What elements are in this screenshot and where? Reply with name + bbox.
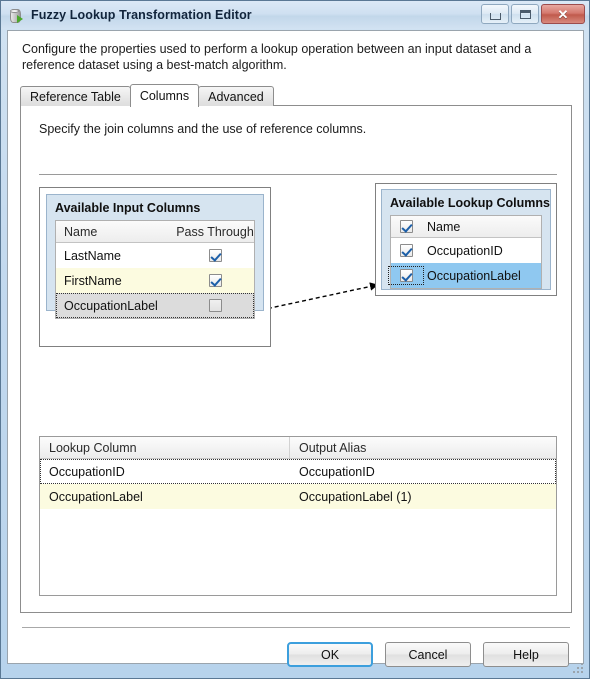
input-columns-container: Available Input Columns Name Pass Throug… bbox=[39, 187, 271, 347]
output-row-alias: OccupationID bbox=[299, 464, 375, 479]
input-row-checkbox-cell[interactable] bbox=[176, 249, 254, 262]
output-header-lookup-column: Lookup Column bbox=[40, 437, 290, 458]
maximize-icon bbox=[519, 9, 531, 19]
lookup-row-checkbox-cell[interactable] bbox=[391, 244, 421, 257]
output-row-lookup-column: OccupationID bbox=[49, 464, 125, 479]
dialog-description: Configure the properties used to perform… bbox=[22, 42, 532, 72]
table-row[interactable]: FirstName bbox=[56, 268, 254, 293]
table-row[interactable]: OccupationLabel bbox=[56, 293, 254, 318]
output-grid-header: Lookup Column Output Alias bbox=[40, 437, 556, 459]
help-button[interactable]: Help bbox=[483, 642, 569, 667]
maximize-button[interactable] bbox=[511, 4, 539, 24]
output-row-lookup-column: OccupationLabel bbox=[49, 489, 143, 504]
select-all-checkbox[interactable] bbox=[399, 220, 413, 233]
input-header-name: Name bbox=[64, 224, 98, 239]
available-lookup-columns-panel: Available Lookup Columns Name Occupation… bbox=[381, 189, 551, 290]
output-row-alias: OccupationLabel (1) bbox=[299, 489, 412, 504]
data-transform-icon bbox=[9, 7, 25, 23]
input-row-checkbox-cell[interactable] bbox=[176, 274, 254, 287]
lookup-columns-grid: Name OccupationID OccupationLabel bbox=[388, 215, 542, 289]
lookup-row-name: OccupationLabel bbox=[427, 268, 521, 283]
input-row-name: LastName bbox=[64, 248, 121, 263]
page-hint-text: Specify the join columns and the use of … bbox=[39, 122, 367, 136]
table-row[interactable]: LastName bbox=[56, 243, 254, 268]
output-header-output-alias: Output Alias bbox=[299, 440, 367, 455]
tab-strip: Reference Table Columns Advanced bbox=[20, 84, 274, 107]
tab-page-columns: Specify the join columns and the use of … bbox=[20, 105, 572, 613]
dialog-window: Fuzzy Lookup Transformation Editor ✕ Con… bbox=[0, 0, 590, 679]
input-panel-title: Available Input Columns bbox=[55, 201, 201, 215]
lookup-checkbox[interactable] bbox=[399, 269, 413, 282]
pass-through-checkbox[interactable] bbox=[208, 299, 222, 312]
input-grid-header: Name Pass Through bbox=[56, 221, 254, 243]
close-button[interactable]: ✕ bbox=[541, 4, 585, 24]
input-row-name: OccupationLabel bbox=[64, 298, 158, 313]
window-controls: ✕ bbox=[481, 4, 585, 24]
lookup-header-checkbox-cell[interactable] bbox=[391, 220, 421, 233]
input-columns-grid: Name Pass Through LastName FirstName Occ… bbox=[55, 220, 255, 319]
dialog-buttons: OK Cancel Help bbox=[287, 642, 569, 667]
title-bar: Fuzzy Lookup Transformation Editor ✕ bbox=[1, 1, 589, 29]
ok-button[interactable]: OK bbox=[287, 642, 373, 667]
lookup-header-name: Name bbox=[427, 219, 461, 234]
close-icon: ✕ bbox=[557, 6, 569, 22]
input-header-pass-through: Pass Through bbox=[176, 224, 254, 239]
lookup-checkbox[interactable] bbox=[399, 244, 413, 257]
lookup-grid-header: Name bbox=[391, 216, 541, 238]
table-row[interactable]: OccupationID bbox=[391, 238, 541, 263]
available-input-columns-panel: Available Input Columns Name Pass Throug… bbox=[46, 194, 264, 319]
input-row-checkbox-cell[interactable] bbox=[176, 299, 254, 312]
lookup-columns-container: Available Lookup Columns Name Occupation… bbox=[375, 183, 557, 296]
lookup-panel-title: Available Lookup Columns bbox=[390, 196, 550, 210]
tab-advanced[interactable]: Advanced bbox=[198, 86, 274, 106]
column-mapping-area: Available Input Columns Name Pass Throug… bbox=[39, 175, 557, 415]
minimize-icon bbox=[489, 12, 501, 20]
input-row-name: FirstName bbox=[64, 273, 122, 288]
cancel-button[interactable]: Cancel bbox=[385, 642, 471, 667]
tab-reference-table[interactable]: Reference Table bbox=[20, 86, 131, 106]
minimize-button[interactable] bbox=[481, 4, 509, 24]
dialog-client-area: Configure the properties used to perform… bbox=[7, 30, 584, 667]
table-row[interactable]: OccupationID OccupationID bbox=[40, 459, 556, 484]
lookup-row-name: OccupationID bbox=[427, 243, 503, 258]
footer-divider bbox=[22, 627, 570, 628]
tab-columns[interactable]: Columns bbox=[129, 84, 200, 107]
table-row[interactable]: OccupationLabel bbox=[388, 263, 541, 288]
table-row[interactable]: OccupationLabel OccupationLabel (1) bbox=[40, 484, 556, 509]
window-title: Fuzzy Lookup Transformation Editor bbox=[31, 8, 252, 22]
pass-through-checkbox[interactable] bbox=[208, 274, 222, 287]
output-columns-grid[interactable]: Lookup Column Output Alias OccupationID … bbox=[39, 436, 557, 596]
lookup-row-checkbox-cell[interactable] bbox=[388, 266, 424, 285]
resize-grip[interactable] bbox=[571, 661, 585, 675]
pass-through-checkbox[interactable] bbox=[208, 249, 222, 262]
